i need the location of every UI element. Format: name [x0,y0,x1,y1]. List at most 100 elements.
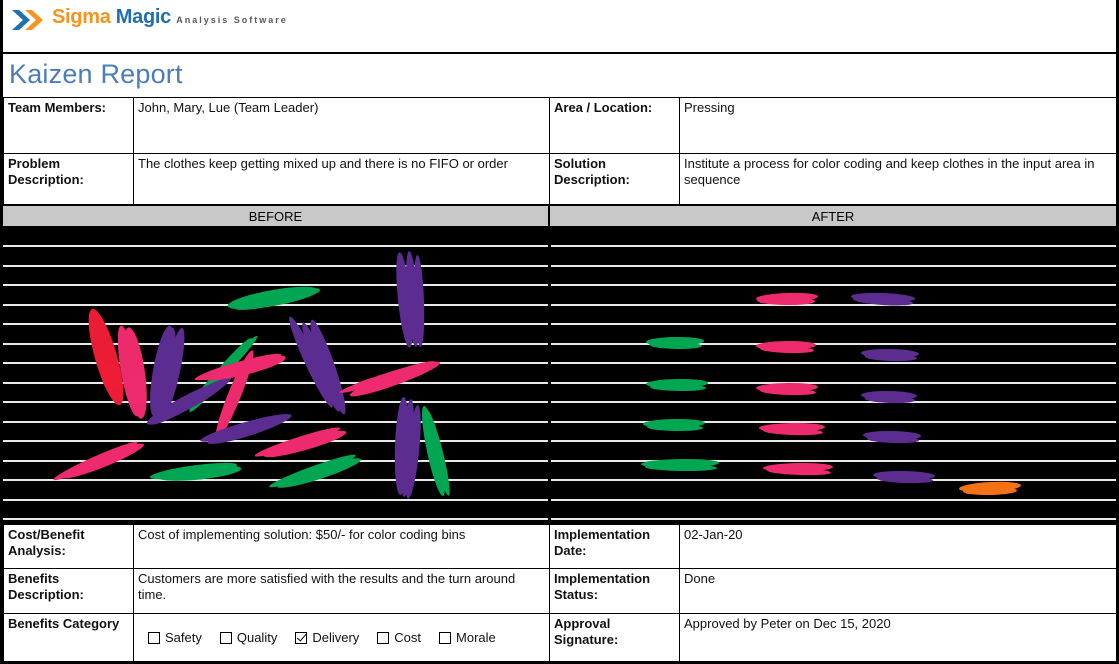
value-problem-description: The clothes keep getting mixed up and th… [133,153,550,205]
rail-line [551,440,1116,442]
table-row: Team Members: John, Mary, Lue (Team Lead… [3,97,1117,154]
rail-line [551,459,1116,462]
page-title: Kaizen Report [9,59,183,89]
clothing-item-fold [650,427,696,431]
rail-line [3,440,548,442]
label-implementation-status: Implementation Status: [549,568,680,614]
rail-line [551,518,1116,520]
rail-line [551,303,1116,306]
benefit-option-cost[interactable]: Cost [377,630,421,646]
clothing-item-fold [653,387,699,391]
table-row: Benefits Category Safety Quality Delivery C… [3,613,1117,662]
benefits-category-checkbox-row: Safety Quality Delivery Cost Morale [134,614,549,646]
benefits-category-cell: Safety Quality Delivery Cost Morale [133,613,550,662]
clothing-item [649,383,707,392]
table-row: Cost/Benefit Analysis: Cost of implement… [3,524,1117,569]
clothing-item-fold [868,357,910,361]
clothing-item-fold [170,467,194,481]
checkbox-safety-icon[interactable] [148,632,160,645]
clothing-item-fold [216,399,236,427]
clothing-item [646,423,704,432]
rail-line [551,362,1116,364]
clothing-item-fold [966,491,1010,495]
rail-line [551,342,1116,345]
table-row: Benefits Description: Customers are more… [3,568,1117,614]
benefit-option-label: Quality [236,630,278,645]
clothing-item [644,463,718,472]
benefit-option-label: Cost [394,630,422,645]
label-problem-description: Problem Description: [3,153,134,205]
double-chevron-icon [11,9,47,31]
clothing-item-fold [880,479,926,483]
benefit-option-label: Morale [456,630,496,645]
rail-line [551,284,1116,286]
value-area-location: Pressing [679,97,1117,154]
top-info-table: Team Members: John, Mary, Lue (Team Lead… [3,97,1117,205]
clothing-item-fold [404,458,417,485]
clothing-item-fold [870,439,912,443]
benefit-option-label: Safety [165,630,202,645]
label-approval-signature: Approval Signature: [549,613,680,662]
checkbox-morale-icon[interactable] [439,632,452,645]
rail-line [3,381,548,384]
sigma-magic-logo: Sigma Magic Analysis Software [11,7,288,31]
clothing-item-fold [160,376,177,402]
label-benefits-category: Benefits Category [3,613,134,662]
value-benefits-description: Customers are more satisfied with the re… [133,568,550,614]
logo-word-sigma: Sigma [52,6,111,28]
clothing-item-fold [760,301,807,305]
after-header-label: AFTER [550,206,1116,226]
clothing-item [962,486,1018,496]
rail-line [551,420,1116,423]
rail-line [551,479,1116,481]
before-after-photo-strip [3,227,1116,520]
clothing-item-fold [653,345,695,349]
benefit-option-label: Delivery [312,630,360,645]
value-team-members: John, Mary, Lue (Team Leader) [133,97,550,154]
value-solution-description: Institute a process for color coding and… [679,153,1117,205]
label-cost-benefit-analysis: Cost/Benefit Analysis: [3,524,134,569]
before-header-label: BEFORE [3,206,549,226]
bottom-info-table: Cost/Benefit Analysis: Cost of implement… [3,524,1117,662]
clothing-item-fold [127,379,147,406]
clothing-item-fold [766,431,815,435]
kaizen-report-page: Sigma Magic Analysis Software Kaizen Rep… [0,0,1119,664]
value-implementation-date: 02-Jan-20 [679,524,1117,569]
benefit-option-safety[interactable]: Safety [148,630,202,646]
rail-line [551,245,1116,247]
benefit-option-delivery[interactable]: Delivery [295,630,359,646]
label-area-location: Area / Location: [549,97,680,154]
clothing-item-fold [414,308,424,333]
value-cost-benefit-analysis: Cost of implementing solution: $50/- for… [133,524,550,569]
after-photo [551,227,1116,520]
clothing-item-fold [770,471,822,475]
rail-line [3,323,548,325]
rail-line [3,342,548,345]
checkbox-delivery-checked-icon[interactable] [295,632,308,645]
benefit-option-quality[interactable]: Quality [219,630,278,646]
value-approval-signature: Approved by Peter on Dec 15, 2020 [679,613,1117,662]
rail-line [551,264,1116,267]
rail-line [3,245,548,247]
rail-line [3,518,548,520]
label-implementation-date: Implementation Date: [549,524,680,569]
rail-line [551,381,1116,384]
before-after-header-band: BEFORE AFTER [3,205,1116,227]
label-benefits-description: Benefits Description: [3,568,134,614]
label-solution-description: Solution Description: [549,153,680,205]
clothing-item-fold [763,349,807,353]
checkbox-quality-icon[interactable] [219,632,232,645]
rail-line [3,284,548,286]
table-row: Problem Description: The clothes keep ge… [3,153,1117,205]
benefit-option-morale[interactable]: Morale [439,630,496,646]
value-implementation-status: Done [679,568,1117,614]
logo-word-magic: Magic [115,6,171,28]
rail-line [551,401,1116,403]
clothing-item-fold [763,391,809,395]
rail-line [551,498,1116,501]
clothing-item [649,341,703,350]
rail-line [3,401,548,403]
rail-line [551,323,1116,325]
rail-line [3,498,548,501]
checkbox-cost-icon[interactable] [377,632,390,645]
